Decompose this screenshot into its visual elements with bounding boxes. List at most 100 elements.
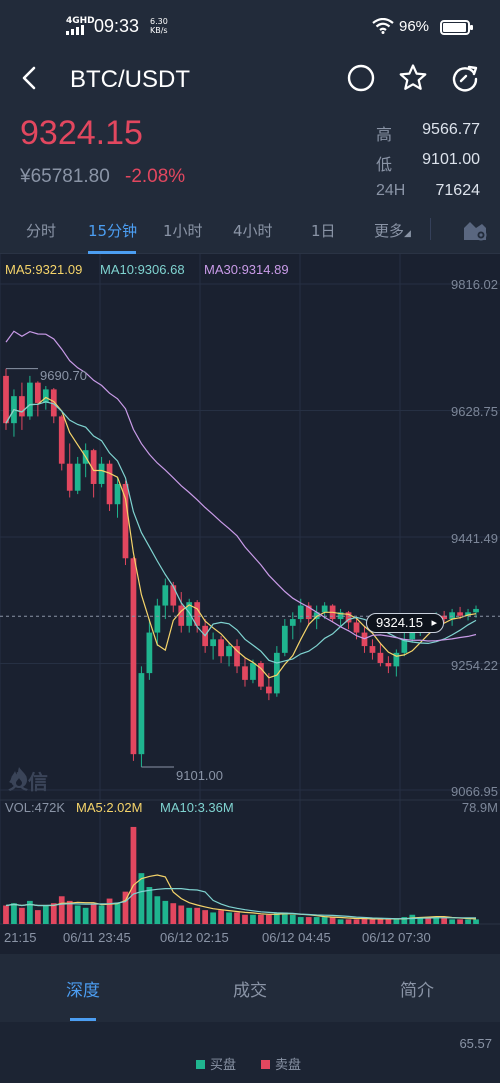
- kline-svg: [0, 254, 500, 925]
- candle-body: [409, 632, 416, 640]
- candle-body: [281, 625, 288, 653]
- candle-body: [130, 558, 137, 755]
- candle-body: [250, 662, 256, 680]
- vol-ma5-legend: MA5:2.02M: [76, 800, 143, 815]
- volume-bar: [3, 905, 9, 924]
- volume-bar: [42, 905, 49, 924]
- volume-bar: [210, 912, 216, 924]
- tab-1hour[interactable]: 1小时: [163, 220, 203, 241]
- volume-bar: [194, 907, 201, 924]
- tab-more[interactable]: 更多◢: [374, 220, 411, 241]
- tab-1day[interactable]: 1日: [311, 220, 336, 241]
- vol-legend: VOL:472K: [5, 800, 65, 815]
- detail-tabs: 深度 成交 简介: [0, 954, 500, 1022]
- volume-bar: [74, 905, 81, 924]
- volume-max-label: 78.9M: [461, 800, 498, 815]
- high-label: 高: [376, 127, 393, 144]
- tab-15min[interactable]: 15分钟: [88, 220, 137, 241]
- brand-watermark: 火信: [8, 766, 48, 795]
- volume-bar: [19, 907, 25, 924]
- tab-trades[interactable]: 成交: [167, 976, 333, 1001]
- volume-bar: [353, 919, 360, 924]
- y-tick-label: 9066.95: [451, 784, 498, 799]
- buy-legend: 买盘: [196, 1054, 236, 1073]
- volume-bar: [186, 907, 193, 924]
- candle-body: [242, 666, 248, 680]
- x-tick-label: 21:15: [4, 930, 37, 945]
- volume-bar: [114, 903, 121, 924]
- x-tick-label: 06/12 04:45: [262, 930, 331, 945]
- volume-bar: [34, 910, 41, 924]
- tab-depth[interactable]: 深度: [0, 976, 166, 1001]
- depth-max-value: 65.57: [459, 1036, 492, 1051]
- star-favorite-icon[interactable]: [398, 63, 428, 93]
- app-header: BTC/USDT: [0, 46, 500, 110]
- volume-bar: [457, 919, 463, 924]
- candle-body: [321, 605, 328, 613]
- signal-icon: [66, 25, 88, 35]
- tab-intro[interactable]: 简介: [334, 976, 500, 1001]
- last-price: 9324.15: [20, 114, 143, 152]
- chart-settings-icon[interactable]: [462, 218, 488, 242]
- ticker-summary: 9324.15 ¥65781.80 -2.08% 高 9566.77 低 910…: [0, 110, 500, 206]
- volume-bar: [393, 919, 400, 924]
- volume-bar: [58, 896, 65, 924]
- kline-chart[interactable]: MA5:9321.09 MA10:9306.68 MA30:9314.89 98…: [0, 254, 500, 954]
- circle-toggle-icon[interactable]: [346, 63, 376, 93]
- candle-body: [170, 585, 177, 606]
- volume-bar: [329, 917, 336, 924]
- candle-body: [218, 639, 224, 657]
- volume-bar: [385, 919, 392, 924]
- candle-body: [154, 605, 161, 633]
- back-arrow-icon[interactable]: [16, 64, 44, 92]
- current-price-badge[interactable]: 9324.15: [366, 613, 444, 633]
- volume-bar: [465, 919, 471, 924]
- volume-bar: [369, 919, 376, 924]
- candle-body: [138, 673, 145, 755]
- candle-body: [58, 416, 65, 464]
- depth-panel: 65.57 买盘 卖盘: [0, 1022, 500, 1083]
- volume-bar: [98, 905, 105, 924]
- volume-bar: [297, 917, 304, 924]
- x-tick-label: 06/12 02:15: [160, 930, 229, 945]
- tab-4hour[interactable]: 4小时: [233, 220, 273, 241]
- sell-swatch: [261, 1060, 270, 1069]
- candle-body: [369, 646, 376, 653]
- caret-down-icon: ◢: [404, 229, 411, 239]
- volume-bar: [226, 912, 232, 924]
- x-tick-label: 06/12 07:30: [362, 930, 431, 945]
- candle-body: [226, 646, 232, 657]
- y-tick-label: 9628.75: [451, 404, 498, 419]
- volume-bar: [409, 914, 416, 924]
- low-value: 9101.00: [422, 151, 480, 168]
- candle-body: [457, 612, 463, 616]
- volume-bar: [250, 914, 256, 924]
- y-tick-label: 9254.22: [451, 658, 498, 673]
- candle-body: [146, 632, 153, 674]
- volume-bar: [218, 910, 224, 924]
- battery-percent: 96%: [399, 18, 430, 35]
- volume-bar: [154, 896, 161, 924]
- trading-pair-title: BTC/USDT: [70, 66, 190, 93]
- x-tick-label: 06/11 23:45: [63, 930, 131, 945]
- flame-logo-icon: [11, 767, 27, 788]
- candle-body: [106, 463, 113, 505]
- volume-bar: [313, 917, 320, 924]
- volume-bar: [337, 919, 344, 924]
- volume-bar: [146, 887, 153, 924]
- refresh-icon[interactable]: [450, 63, 480, 93]
- candle-body: [42, 389, 49, 403]
- ma30-legend: MA30:9314.89: [204, 262, 289, 277]
- candle-body: [114, 483, 121, 505]
- low-label: 低: [376, 157, 393, 174]
- volume-bar: [242, 914, 248, 924]
- tab-timeshare[interactable]: 分时: [26, 220, 56, 241]
- price-change: -2.08%: [125, 166, 186, 187]
- candle-body: [449, 612, 455, 620]
- vol-ma10-legend: MA10:3.36M: [160, 800, 234, 815]
- volume-bar: [82, 907, 89, 924]
- candle-body: [297, 605, 304, 620]
- candle-body: [377, 652, 384, 663]
- volume-bar: [130, 826, 137, 924]
- cny-price: ¥65781.80: [20, 166, 110, 187]
